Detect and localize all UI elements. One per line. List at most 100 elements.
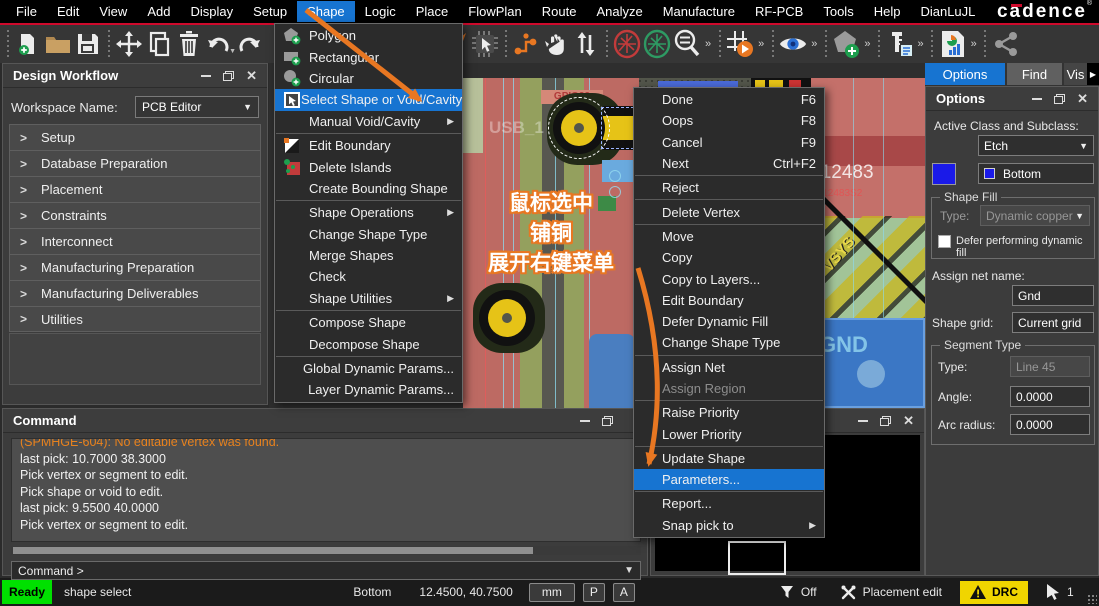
menu-item-shape-utilities[interactable]: Shape Utilities▶ [275,288,462,309]
toolbar-overflow-chevron[interactable]: » [808,38,820,50]
float-icon[interactable] [880,416,891,426]
menu-tools[interactable]: Tools [813,1,863,22]
menu-shape[interactable]: Shape [297,1,355,22]
minimize-icon[interactable] [201,75,211,77]
swap-layers-icon[interactable] [571,29,601,59]
toolbar-overflow-chevron[interactable]: » [702,38,714,50]
menu-route[interactable]: Route [532,1,587,22]
menu-edit[interactable]: Edit [47,1,89,22]
class-select[interactable]: Etch▼ [978,135,1094,156]
menu-rfpcb[interactable]: RF-PCB [745,1,813,22]
open-icon[interactable] [43,29,73,59]
context-item-lower-priority[interactable]: Lower Priority [634,423,824,444]
grid-icon[interactable] [725,29,755,59]
menu-item-edit-boundary[interactable]: Edit Boundary [275,135,462,156]
menu-analyze[interactable]: Analyze [586,1,652,22]
minimize-icon[interactable] [580,420,590,422]
ratsnest-green-icon[interactable] [642,29,672,59]
menu-item-change-shape-type[interactable]: Change Shape Type [275,224,462,245]
menu-item-polygon[interactable]: Polygon [275,25,462,46]
move-icon[interactable] [114,29,144,59]
chevron-down-icon[interactable]: ▼ [624,565,634,576]
scrollbar-thumb[interactable] [13,547,533,554]
menu-item-global-dynamic-params[interactable]: Global Dynamic Params... [275,358,462,379]
workspace-name-select[interactable]: PCB Editor▼ [135,96,259,118]
drc-badge[interactable]: DRC [960,581,1028,604]
float-icon[interactable] [602,416,613,426]
filter-status[interactable]: Off [780,585,817,599]
toolbar-overflow-chevron[interactable]: » [755,38,767,50]
workflow-section-setup[interactable]: >Setup [9,124,261,150]
world-view-viewport-rect[interactable] [728,541,786,575]
menu-item-layer-dynamic-params[interactable]: Layer Dynamic Params... [275,379,462,400]
context-item-next[interactable]: NextCtrl+F2 [634,153,824,174]
context-item-parameters[interactable]: Parameters... [634,469,824,490]
workflow-section-utilities[interactable]: >Utilities [9,306,261,332]
menu-display[interactable]: Display [180,1,243,22]
reports-icon[interactable] [938,29,968,59]
console-hscrollbar[interactable] [11,546,641,555]
subclass-select[interactable]: Bottom [978,163,1094,184]
tab-options[interactable]: Options [925,63,1005,85]
shape-grid-input[interactable]: Current grid [1012,312,1094,333]
context-item-edit-boundary[interactable]: Edit Boundary [634,290,824,311]
menu-item-manual-void-cavity[interactable]: Manual Void/Cavity▶ [275,111,462,132]
context-item-done[interactable]: DoneF6 [634,89,824,110]
tab-vis[interactable]: Vis [1064,63,1087,85]
command-console[interactable]: (SPMHGE-604): No editable vertex was fou… [11,438,641,542]
share-icon[interactable] [991,29,1021,59]
ratsnest-red-icon[interactable] [612,29,642,59]
menu-item-create-bounding-shape[interactable]: Create Bounding Shape [275,178,462,199]
tab-scroll-arrow-icon[interactable]: ▶ [1087,63,1099,85]
menu-item-decompose-shape[interactable]: Decompose Shape [275,333,462,354]
context-item-defer-dynamic-fill[interactable]: Defer Dynamic Fill [634,311,824,332]
arc-radius-input[interactable]: 0.0000 [1010,414,1090,435]
workflow-section-manufacturing-deliverables[interactable]: >Manufacturing Deliverables [9,280,261,306]
workflow-section-manufacturing-preparation[interactable]: >Manufacturing Preparation [9,254,261,280]
workflow-section-placement[interactable]: >Placement [9,176,261,202]
context-item-copy-to-layers[interactable]: Copy to Layers... [634,268,824,289]
pan-hand-icon[interactable] [541,29,571,59]
context-item-snap-pick-to[interactable]: Snap pick to▶ [634,515,824,536]
route-icon[interactable] [511,29,541,59]
context-item-assign-net[interactable]: Assign Net [634,357,824,378]
menu-flowplan[interactable]: FlowPlan [458,1,531,22]
minimize-icon[interactable] [1032,98,1042,100]
zoom-search-icon[interactable] [672,29,702,59]
context-item-delete-vertex[interactable]: Delete Vertex [634,201,824,222]
shape-add-icon[interactable] [831,29,861,59]
resize-grip[interactable] [1087,594,1097,604]
context-item-move[interactable]: Move [634,226,824,247]
close-icon[interactable]: ✕ [903,416,914,426]
visibility-eye-icon[interactable] [778,29,808,59]
command-input[interactable]: Command > ▼ [11,561,641,580]
close-icon[interactable]: ✕ [1077,94,1088,104]
a-button[interactable]: A [613,583,635,602]
units-button[interactable]: mm [529,583,575,602]
menu-item-check[interactable]: Check [275,266,462,287]
menu-item-circular[interactable]: Circular [275,68,462,89]
menu-item-compose-shape[interactable]: Compose Shape [275,312,462,333]
context-item-copy[interactable]: Copy [634,247,824,268]
save-icon[interactable] [73,29,103,59]
context-item-raise-priority[interactable]: Raise Priority [634,402,824,423]
toolbar-overflow-chevron[interactable]: » [861,38,873,50]
subclass-color-swatch[interactable] [932,163,956,185]
menu-manufacture[interactable]: Manufacture [653,1,745,22]
context-item-oops[interactable]: OopsF8 [634,110,824,131]
minimize-icon[interactable] [858,420,868,422]
close-icon[interactable]: ✕ [246,71,257,81]
menu-place[interactable]: Place [406,1,459,22]
context-item-cancel[interactable]: CancelF9 [634,132,824,153]
menu-setup[interactable]: Setup [243,1,297,22]
menu-item-rectangular[interactable]: Rectangular [275,46,462,67]
workflow-section-interconnect[interactable]: >Interconnect [9,228,261,254]
assign-net-input[interactable]: Gnd [1012,285,1094,306]
menu-file[interactable]: File [6,1,47,22]
edit-mode-status[interactable]: Placement edit [841,585,942,600]
context-item-report[interactable]: Report... [634,493,824,514]
menu-help[interactable]: Help [864,1,911,22]
chip-select-icon[interactable] [470,29,500,59]
menu-item-shape-operations[interactable]: Shape Operations▶ [275,202,462,223]
workflow-section-database-preparation[interactable]: >Database Preparation [9,150,261,176]
